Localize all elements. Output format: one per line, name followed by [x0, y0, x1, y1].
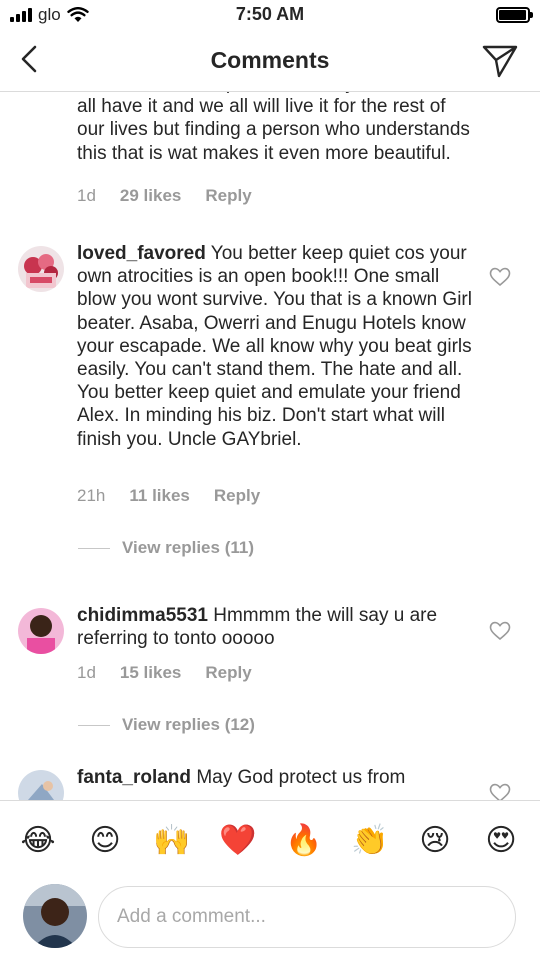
comment-text: loved_favored You better keep quiet cos … — [77, 242, 477, 451]
current-user-avatar — [23, 884, 87, 948]
emoji-crying-button[interactable]: 😢 — [417, 823, 453, 859]
like-heart-icon[interactable] — [489, 783, 511, 800]
comment-body: May God protect us from — [196, 767, 406, 788]
comment-text: fanta_roland May God protect us from — [77, 766, 477, 789]
comment-likes[interactable]: 29 likes — [120, 186, 181, 206]
comment-age: 21h — [77, 486, 106, 505]
emoji-quick-bar: 😂 😊 🙌 ❤️ 🔥 👏 😢 😍 — [0, 800, 540, 880]
emoji-fire-button[interactable]: 🔥 — [285, 823, 322, 859]
divider-line — [78, 724, 110, 726]
comment-item: fanta_roland May God protect us from — [0, 766, 540, 800]
comment-username[interactable]: loved_favored — [77, 243, 206, 264]
emoji-raised-hands-button[interactable]: 🙌 — [153, 823, 190, 859]
comment-composer — [0, 880, 540, 960]
direct-send-icon[interactable] — [482, 43, 518, 79]
avatar[interactable] — [18, 770, 64, 800]
like-heart-icon[interactable] — [489, 621, 511, 641]
comment-item: loved_favored You better keep quiet cos … — [0, 242, 540, 572]
page-title: Comments — [210, 47, 330, 73]
status-bar: glo 7:50 AM — [0, 0, 540, 30]
comment-likes[interactable]: 11 likes — [129, 486, 190, 506]
view-replies-button[interactable]: View replies (12) — [78, 715, 255, 735]
avatar[interactable] — [18, 608, 64, 654]
avatar-image — [18, 608, 64, 654]
like-heart-icon[interactable] — [489, 267, 511, 287]
view-replies-label: View replies (12) — [122, 715, 255, 734]
emoji-heart-button[interactable]: ❤️ — [219, 823, 256, 859]
reply-button[interactable]: Reply — [214, 486, 260, 506]
view-replies-button[interactable]: View replies (11) — [78, 538, 254, 558]
reply-button[interactable]: Reply — [205, 663, 251, 683]
avatar[interactable] — [18, 246, 64, 292]
view-replies-label: View replies (11) — [122, 538, 254, 557]
avatar-image — [18, 246, 64, 292]
comment-meta: 21h 11 likes Reply — [77, 486, 260, 506]
comment-meta: 1d 29 likes Reply — [77, 186, 252, 206]
comment-meta: 1d 15 likes Reply — [77, 663, 252, 683]
comment-item: feel like a terrible person cos of your … — [0, 92, 540, 232]
emoji-clap-button[interactable]: 👏 — [351, 823, 388, 859]
comment-text: feel like a terrible person cos of your … — [77, 92, 477, 165]
comment-item: chidimma5531 Hmmmm the will say u are re… — [0, 604, 540, 754]
comment-likes[interactable]: 15 likes — [120, 663, 181, 683]
comment-age: 1d — [77, 663, 96, 682]
comment-body: You better keep quiet cos your own atroc… — [77, 243, 472, 450]
emoji-smile-button[interactable]: 😊 — [87, 823, 123, 859]
nav-bar: Comments — [0, 30, 540, 92]
reply-button[interactable]: Reply — [205, 186, 251, 206]
emoji-heart-eyes-button[interactable]: 😍 — [483, 823, 519, 859]
divider-line — [78, 547, 110, 549]
comments-list[interactable]: feel like a terrible person cos of your … — [0, 92, 540, 800]
emoji-tears-of-joy-button[interactable]: 😂 — [20, 823, 56, 859]
comment-username[interactable]: fanta_roland — [77, 767, 191, 788]
avatar-image — [18, 770, 64, 800]
battery-icon — [496, 7, 533, 23]
avatar-image — [23, 884, 87, 948]
comment-body: feel like a terrible person cos of your … — [77, 92, 470, 164]
comment-username[interactable]: chidimma5531 — [77, 605, 208, 626]
comment-age: 1d — [77, 186, 96, 205]
status-time: 7:50 AM — [235, 4, 305, 24]
comment-text: chidimma5531 Hmmmm the will say u are re… — [77, 604, 477, 650]
comment-input[interactable] — [98, 886, 516, 948]
